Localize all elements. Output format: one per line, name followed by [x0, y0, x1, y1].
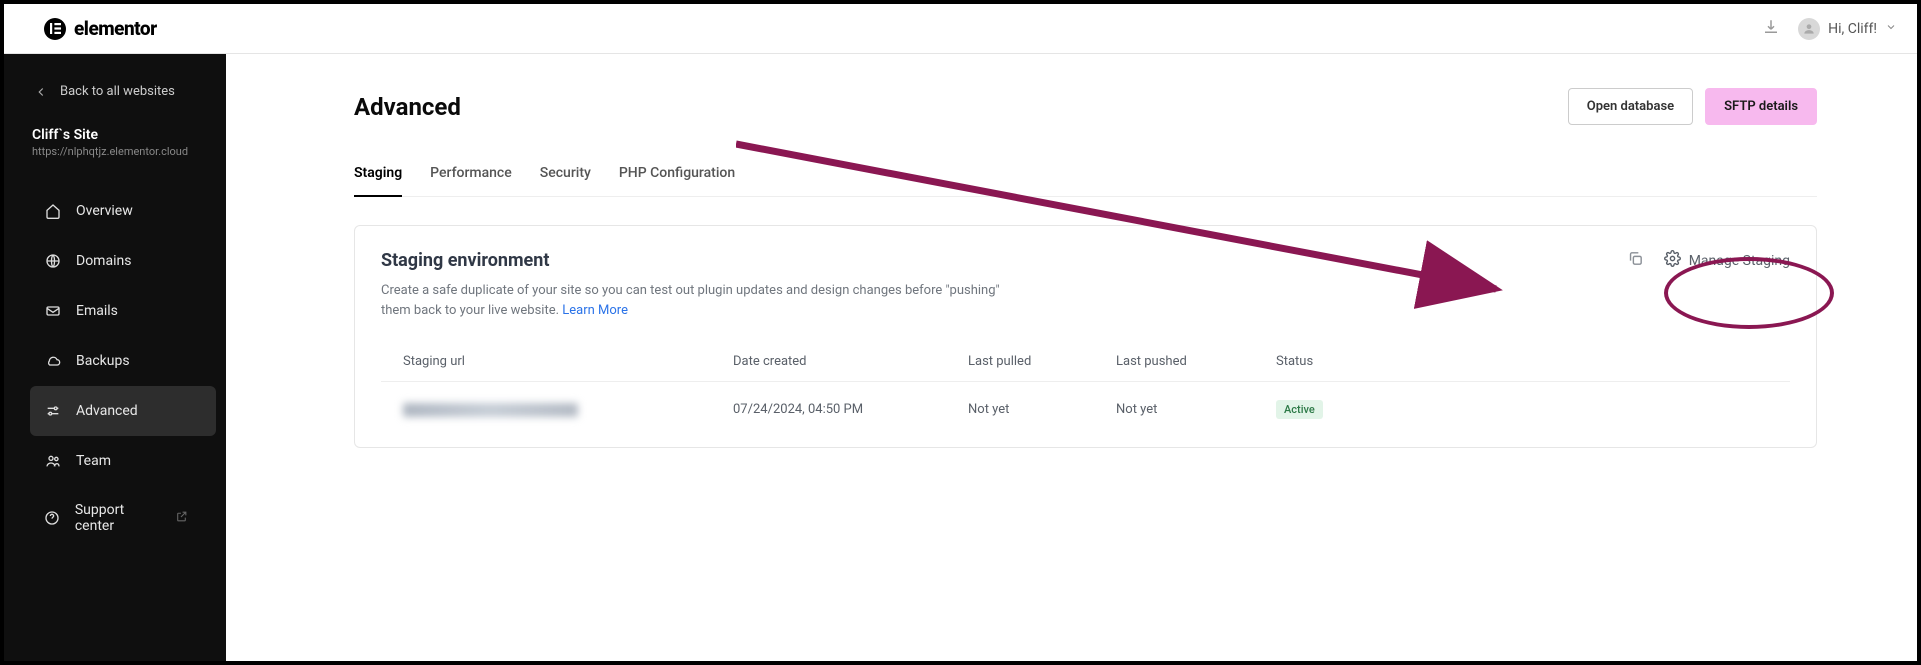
cloud-icon: [44, 352, 62, 370]
sidebar-item-label: Advanced: [76, 403, 138, 419]
page-title: Advanced: [354, 93, 461, 121]
tab-security[interactable]: Security: [540, 155, 591, 196]
brand-name: elementor: [74, 17, 157, 40]
tab-performance[interactable]: Performance: [430, 155, 512, 196]
staging-table: Staging url Date created Last pulled Las…: [381, 342, 1790, 437]
sidebar-item-overview[interactable]: Overview: [30, 186, 216, 236]
staging-url-cell: [403, 403, 733, 417]
site-url: https://nlphqtjz.elementor.cloud: [32, 145, 198, 158]
sidebar-item-label: Team: [76, 453, 111, 469]
back-label: Back to all websites: [60, 84, 175, 99]
sidebar-item-emails[interactable]: Emails: [30, 286, 216, 336]
user-greeting: Hi, Cliff!: [1828, 21, 1877, 37]
pushed-cell: Not yet: [1116, 402, 1276, 417]
open-database-button[interactable]: Open database: [1568, 88, 1693, 125]
sidebar: Back to all websites Cliff`s Site https:…: [4, 54, 226, 661]
download-icon[interactable]: [1762, 18, 1780, 40]
sidebar-item-label: Overview: [76, 203, 133, 219]
external-link-icon: [175, 510, 188, 527]
col-date-created: Date created: [733, 354, 968, 369]
col-last-pushed: Last pushed: [1116, 354, 1276, 369]
copy-icon[interactable]: [1627, 250, 1644, 271]
sliders-icon: [44, 402, 62, 420]
col-last-pulled: Last pulled: [968, 354, 1116, 369]
manage-staging-label: Manage Staging: [1689, 253, 1790, 269]
redacted-url: [403, 403, 578, 417]
sftp-details-button[interactable]: SFTP details: [1705, 88, 1817, 125]
home-icon: [44, 202, 62, 220]
pulled-cell: Not yet: [968, 402, 1116, 417]
chevron-down-icon: [1885, 21, 1897, 37]
users-icon: [44, 452, 62, 470]
sidebar-item-backups[interactable]: Backups: [30, 336, 216, 386]
mail-icon: [44, 302, 62, 320]
globe-icon: [44, 252, 62, 270]
tabs: Staging Performance Security PHP Configu…: [354, 155, 1817, 197]
gear-icon: [1664, 250, 1681, 271]
status-cell: Active: [1276, 400, 1768, 419]
table-header: Staging url Date created Last pulled Las…: [381, 342, 1790, 382]
brand-logo[interactable]: elementor: [44, 17, 157, 40]
col-status: Status: [1276, 354, 1768, 369]
table-row: 07/24/2024, 04:50 PM Not yet Not yet Act…: [381, 382, 1790, 437]
status-badge: Active: [1276, 400, 1323, 419]
user-menu[interactable]: Hi, Cliff!: [1798, 18, 1897, 40]
site-info: Cliff`s Site https://nlphqtjz.elementor.…: [4, 117, 226, 176]
sidebar-item-advanced[interactable]: Advanced: [30, 386, 216, 436]
main-content: Advanced Open database SFTP details Stag…: [226, 54, 1917, 661]
help-icon: [44, 509, 61, 527]
card-title: Staging environment: [381, 250, 1001, 271]
sidebar-item-label: Domains: [76, 253, 131, 269]
user-area: Hi, Cliff!: [1762, 18, 1897, 40]
manage-staging-button[interactable]: Manage Staging: [1664, 250, 1790, 271]
back-to-websites-link[interactable]: Back to all websites: [4, 78, 226, 111]
elementor-logo-icon: [44, 18, 66, 40]
sidebar-item-domains[interactable]: Domains: [30, 236, 216, 286]
top-bar: elementor Hi, Cliff!: [4, 4, 1917, 54]
date-cell: 07/24/2024, 04:50 PM: [733, 402, 968, 417]
tab-php-configuration[interactable]: PHP Configuration: [619, 155, 735, 196]
staging-card: Staging environment Create a safe duplic…: [354, 225, 1817, 448]
sidebar-item-label: Support center: [75, 502, 161, 534]
learn-more-link[interactable]: Learn More: [562, 303, 628, 318]
sidebar-item-team[interactable]: Team: [30, 436, 216, 486]
col-staging-url: Staging url: [403, 354, 733, 369]
tab-staging[interactable]: Staging: [354, 155, 402, 197]
sidebar-item-support[interactable]: Support center: [30, 486, 216, 550]
avatar-icon: [1798, 18, 1820, 40]
site-name: Cliff`s Site: [32, 127, 198, 143]
card-description: Create a safe duplicate of your site so …: [381, 281, 1001, 320]
sidebar-item-label: Backups: [76, 353, 130, 369]
sidebar-item-label: Emails: [76, 303, 118, 319]
